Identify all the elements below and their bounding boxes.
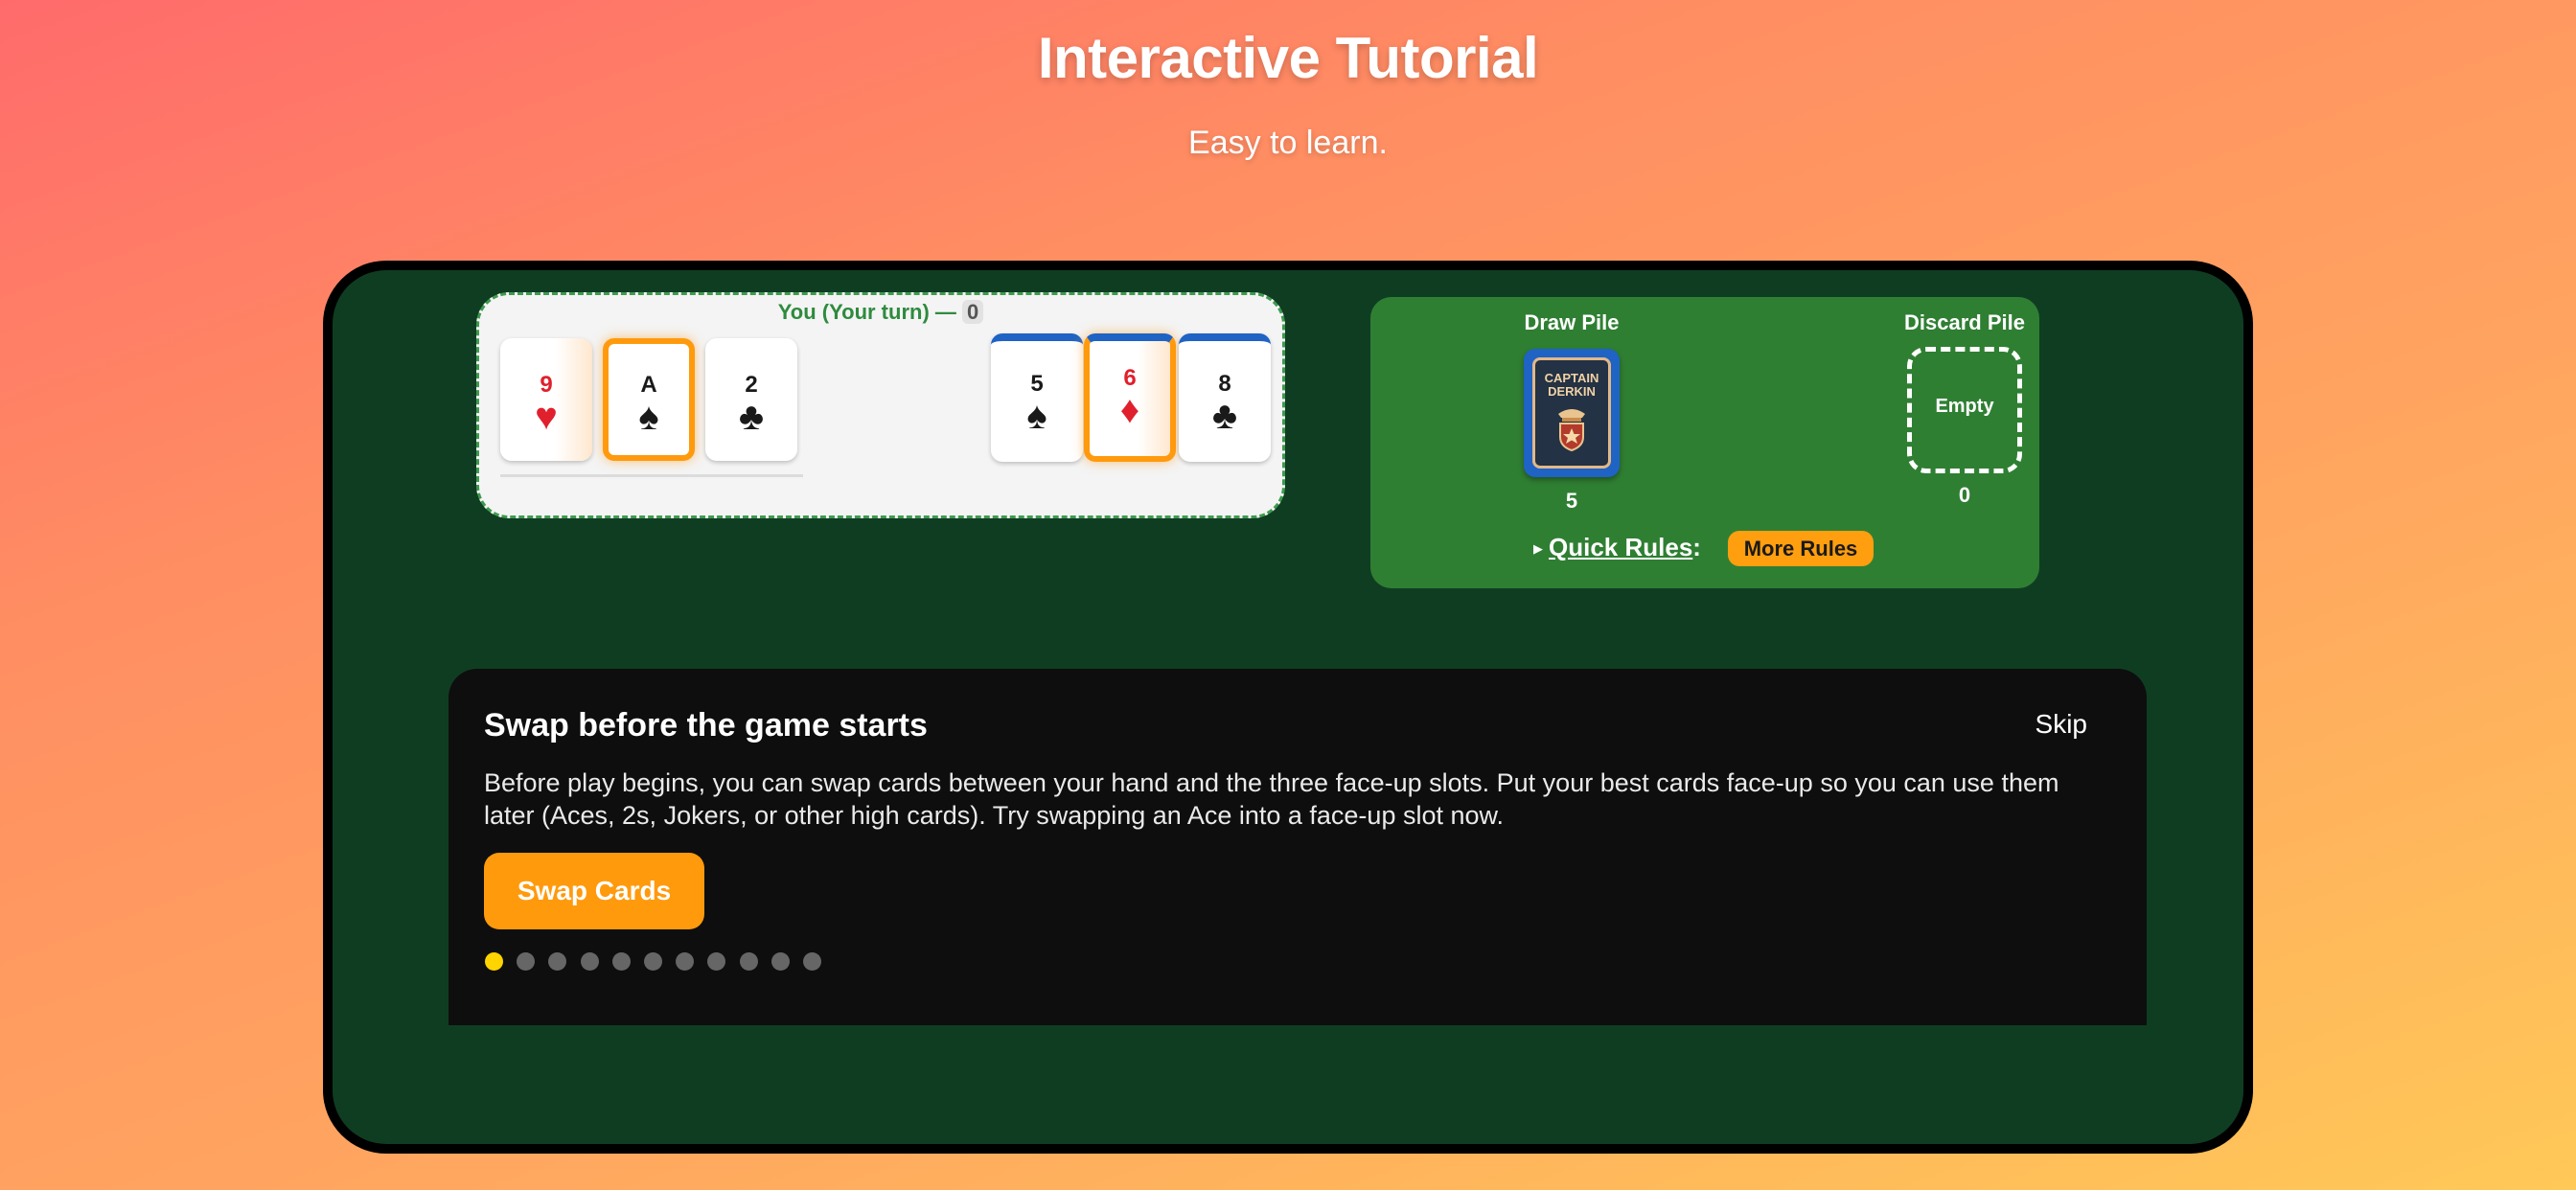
clubs-suit-icon: ♣ (738, 396, 765, 438)
draw-pile-count: 5 (1565, 489, 1578, 513)
card-back: CAPTAIN DERKIN (1532, 357, 1611, 469)
clubs-suit-icon: ♣ (1211, 395, 1238, 437)
discard-pile[interactable]: Empty (1907, 347, 2022, 473)
step-dot[interactable] (770, 952, 790, 971)
step-dot[interactable] (644, 952, 662, 971)
draw-pile-label: Draw Pile (1524, 310, 1620, 334)
skip-button[interactable]: Skip (2036, 709, 2087, 740)
player-score: 0 (962, 300, 984, 324)
step-dot[interactable] (803, 952, 821, 971)
discard-pile-count: 0 (1958, 483, 1971, 507)
hand-card-9-hearts[interactable]: 9 ♥ (500, 338, 592, 461)
discard-empty-label: Empty (1935, 396, 1994, 417)
captain-shield-icon (1558, 409, 1585, 452)
step-dot[interactable] (517, 952, 536, 971)
player-area: You (Your turn) — 0 9 ♥ A ♠ 2 ♣ 5 ♠ 6 ♦ (476, 292, 1285, 518)
step-dot[interactable] (707, 952, 726, 971)
more-rules-button[interactable]: More Rules (1728, 531, 1874, 566)
step-dot[interactable] (485, 952, 503, 971)
step-dot[interactable] (580, 952, 599, 971)
hearts-suit-icon: ♥ (535, 396, 558, 438)
diamonds-suit-icon: ♦ (1119, 389, 1140, 431)
device-frame: You (Your turn) — 0 9 ♥ A ♠ 2 ♣ 5 ♠ 6 ♦ (323, 261, 2253, 1154)
game-table: You (Your turn) — 0 9 ♥ A ♠ 2 ♣ 5 ♠ 6 ♦ (333, 270, 2243, 1144)
spades-suit-icon: ♠ (638, 396, 659, 438)
card-back-brand: CAPTAIN DERKIN (1544, 371, 1599, 399)
hand-card-ace-spades[interactable]: A ♠ (603, 338, 695, 461)
card-rank: 5 (1030, 371, 1044, 397)
step-dot[interactable] (548, 952, 567, 971)
hand-card-2-clubs[interactable]: 2 ♣ (705, 338, 797, 461)
card-rank: A (640, 372, 657, 398)
disclosure-triangle-icon: ▶ (1533, 541, 1543, 557)
faceup-card-6-diamonds[interactable]: 6 ♦ (1084, 333, 1176, 462)
card-rank: 8 (1218, 371, 1231, 397)
page-title: Interactive Tutorial (1037, 26, 1539, 90)
card-rank: 2 (745, 372, 758, 398)
step-dot[interactable] (676, 952, 695, 971)
player-label: You (Your turn) — 0 (479, 300, 1282, 325)
step-dot[interactable] (611, 952, 631, 971)
quick-rules-link[interactable]: Quick Rules (1549, 533, 1692, 561)
page-subtitle: Easy to learn. (1188, 125, 1388, 161)
tutorial-panel: Swap before the game starts Skip Before … (448, 669, 2147, 1025)
spades-suit-icon: ♠ (1026, 395, 1047, 437)
swap-cards-button[interactable]: Swap Cards (484, 853, 704, 929)
draw-pile[interactable]: CAPTAIN DERKIN (1524, 349, 1620, 477)
step-dot[interactable] (739, 952, 758, 971)
card-rank: 6 (1123, 365, 1137, 391)
tutorial-title: Swap before the game starts (484, 707, 928, 744)
piles-area: Draw Pile CAPTAIN DERKIN 5 Discard Pile … (1370, 297, 2039, 588)
discard-pile-label: Discard Pile (1904, 310, 2025, 334)
tutorial-body: Before play begins, you can swap cards b… (484, 768, 2059, 830)
quick-rules-toggle[interactable]: ▶ Quick Rules: (1533, 533, 1701, 562)
player-turn-label: You (Your turn) — (777, 300, 962, 324)
hand-divider (500, 474, 803, 477)
faceup-card-8-clubs[interactable]: 8 ♣ (1179, 333, 1271, 462)
faceup-card-5-spades[interactable]: 5 ♠ (991, 333, 1083, 462)
card-rank: 9 (540, 372, 553, 398)
